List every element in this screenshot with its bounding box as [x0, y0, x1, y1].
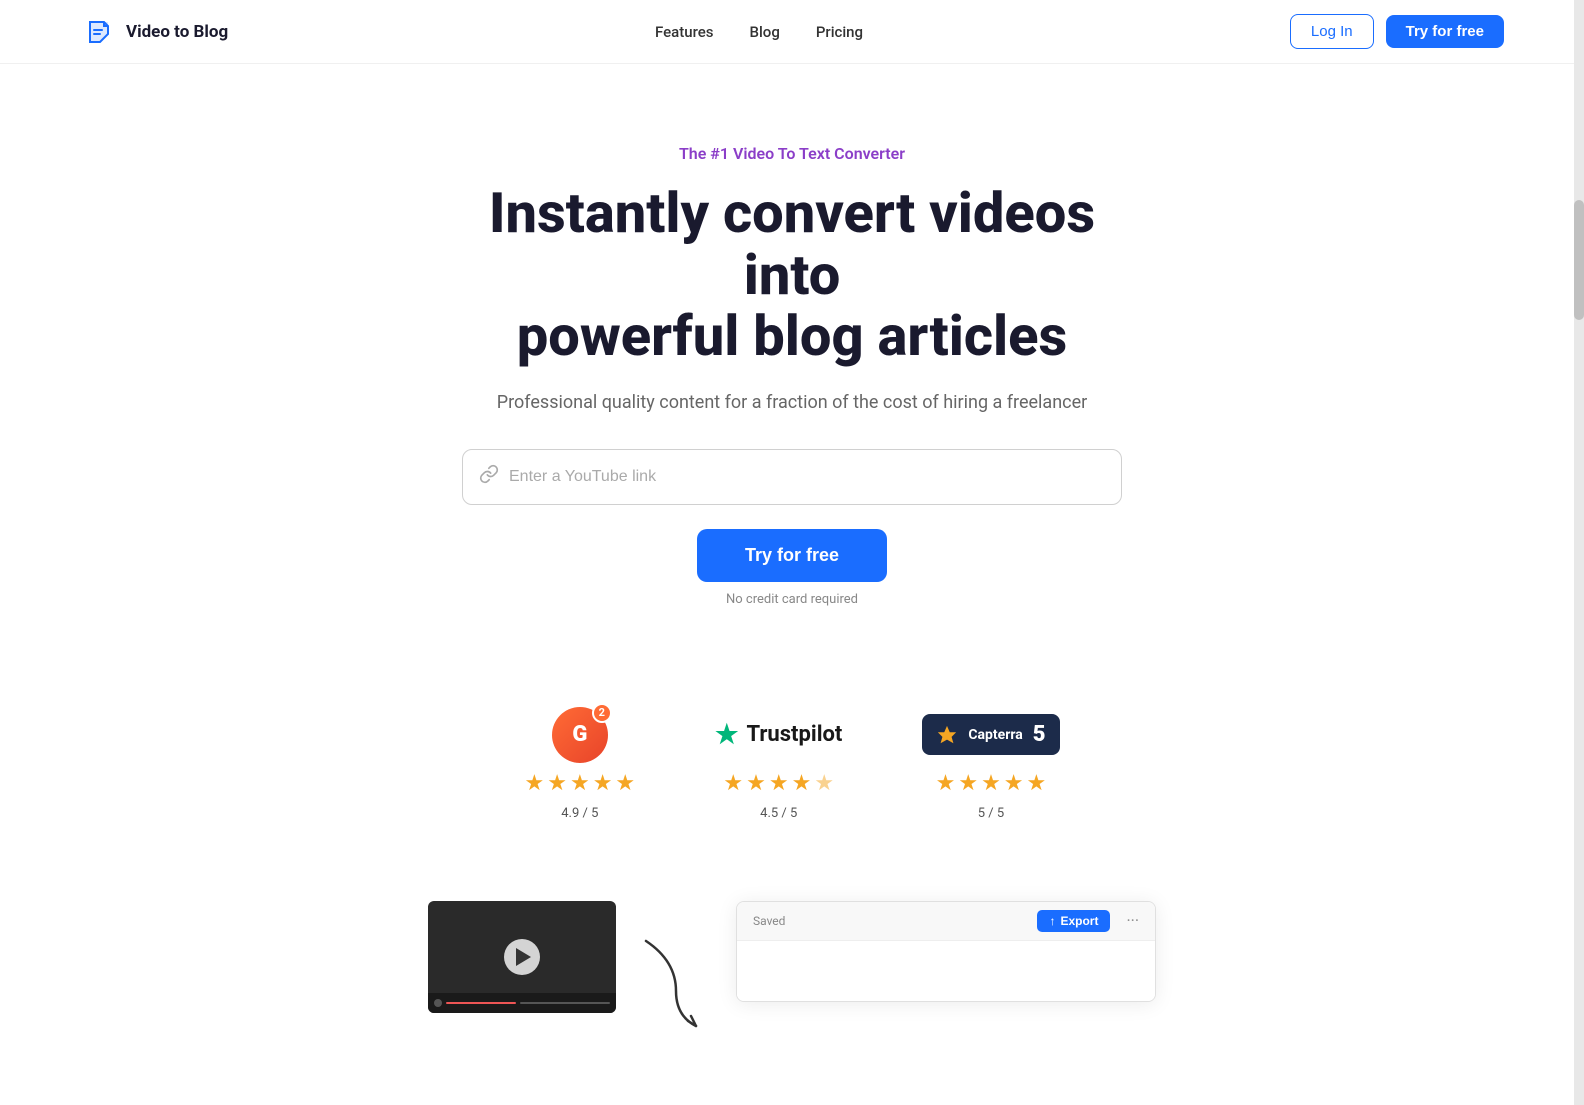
g2-logo: G 2: [552, 707, 608, 763]
trustpilot-stars: ★ ★ ★ ★ ★: [723, 771, 834, 796]
dots-menu[interactable]: ···: [1126, 911, 1139, 930]
nav-blog[interactable]: Blog: [750, 23, 780, 41]
youtube-input-container: [462, 449, 1122, 505]
trustpilot-star-icon: ★: [715, 720, 738, 750]
nav-pricing[interactable]: Pricing: [816, 23, 863, 41]
scrollbar-thumb[interactable]: [1574, 200, 1584, 320]
hero-section: The #1 Video To Text Converter Instantly…: [0, 64, 1584, 647]
logo[interactable]: Video to Blog: [80, 14, 228, 50]
trustpilot-logo: ★ Trustpilot: [715, 707, 842, 763]
capterra-stars: ★ ★ ★ ★ ★: [936, 771, 1047, 796]
ratings-section: G 2 ★ ★ ★ ★ ★ 4.9 / 5 ★ Trustpilot ★ ★ ★…: [0, 707, 1584, 821]
g2-stars: ★ ★ ★ ★ ★: [524, 771, 635, 796]
nav-links: Features Blog Pricing: [655, 23, 863, 41]
capterra-icon: [936, 724, 958, 746]
g2-score: 4.9 / 5: [561, 806, 598, 821]
capterra-badge-number: 5: [1033, 722, 1046, 747]
video-mockup: [428, 901, 616, 1013]
navbar: Video to Blog Features Blog Pricing Log …: [0, 0, 1584, 64]
g2-rating: G 2 ★ ★ ★ ★ ★ 4.9 / 5: [524, 707, 635, 821]
capterra-rating: Capterra 5 ★ ★ ★ ★ ★ 5 / 5: [922, 707, 1059, 821]
trustpilot-rating: ★ Trustpilot ★ ★ ★ ★ ★ 4.5 / 5: [715, 707, 842, 821]
logo-text: Video to Blog: [126, 22, 228, 42]
youtube-link-input[interactable]: [509, 468, 1105, 486]
play-button[interactable]: [504, 939, 540, 975]
no-credit-text: No credit card required: [20, 592, 1564, 607]
trustpilot-score: 4.5 / 5: [760, 806, 797, 821]
nav-features[interactable]: Features: [655, 23, 713, 41]
arrow-container: [616, 921, 736, 1045]
scrollbar[interactable]: [1574, 0, 1584, 1105]
saved-label: Saved: [753, 914, 785, 928]
capterra-text: Capterra: [968, 727, 1022, 743]
hero-subheadline: Professional quality content for a fract…: [20, 392, 1564, 413]
trustpilot-text: Trustpilot: [746, 722, 842, 747]
capterra-score: 5 / 5: [978, 806, 1004, 821]
blog-mockup: Saved ↑ Export ···: [736, 901, 1156, 1002]
hero-tagline: The #1 Video To Text Converter: [20, 144, 1564, 163]
blog-mockup-header: Saved ↑ Export ···: [737, 902, 1155, 941]
arrow-icon: [616, 921, 736, 1041]
play-triangle-icon: [516, 948, 531, 966]
hero-headline: Instantly convert videos into powerful b…: [442, 183, 1142, 368]
demo-section: Saved ↑ Export ···: [0, 901, 1584, 1045]
nav-actions: Log In Try for free: [1290, 14, 1504, 49]
export-button[interactable]: ↑ Export: [1037, 910, 1110, 932]
link-icon: [479, 464, 499, 489]
try-free-button[interactable]: Try for free: [697, 529, 887, 582]
capterra-logo: Capterra 5: [922, 707, 1059, 763]
try-free-nav-button[interactable]: Try for free: [1386, 15, 1504, 48]
blog-content-preview: [737, 941, 1155, 1001]
login-button[interactable]: Log In: [1290, 14, 1374, 49]
video-progress-bar: [428, 993, 616, 1013]
logo-icon: [80, 14, 116, 50]
cta-section: Try for free No credit card required: [20, 529, 1564, 607]
